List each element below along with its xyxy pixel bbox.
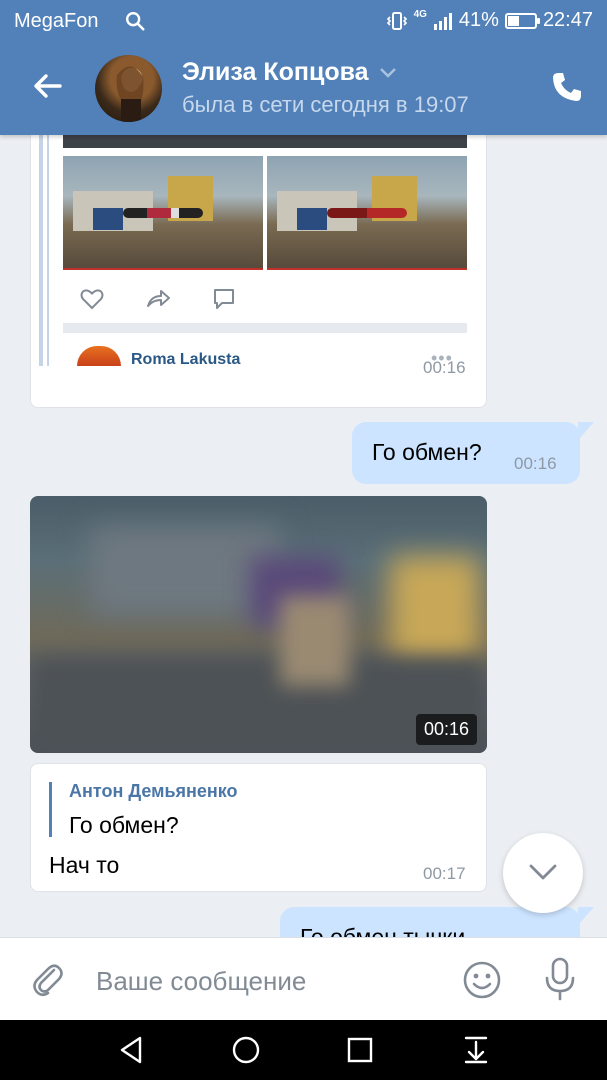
post-image-2[interactable] bbox=[267, 156, 467, 270]
avatar[interactable] bbox=[95, 55, 162, 122]
attach-icon[interactable] bbox=[30, 960, 66, 1000]
last-seen: была в сети сегодня в 19:07 bbox=[182, 92, 469, 117]
top-bar: MegaFon 4G 41% 22:47 Элиза Копцова была … bbox=[0, 0, 607, 135]
post-divider bbox=[63, 323, 467, 333]
nav-back-icon[interactable] bbox=[116, 1034, 148, 1066]
nav-recents-icon[interactable] bbox=[344, 1034, 376, 1066]
scroll-down-button[interactable] bbox=[503, 833, 583, 913]
video-message[interactable]: 00:16 bbox=[30, 496, 487, 753]
mic-icon[interactable] bbox=[540, 956, 580, 1002]
like-icon[interactable] bbox=[79, 286, 105, 312]
quoted-text[interactable]: Го обмен? bbox=[69, 812, 179, 839]
contact-name-text: Элиза Копцова bbox=[182, 58, 369, 86]
network-label: 4G bbox=[413, 9, 427, 20]
phone-icon[interactable] bbox=[550, 70, 584, 104]
carrier-label: MegaFon bbox=[14, 10, 99, 32]
message-time: 00:16 bbox=[423, 358, 466, 377]
post-quote-bar-secondary bbox=[47, 135, 49, 366]
post-image-strip bbox=[63, 135, 467, 148]
signal-icon bbox=[433, 12, 452, 30]
battery-icon bbox=[504, 12, 540, 29]
nav-home-icon[interactable] bbox=[230, 1034, 262, 1066]
reply-quote-bar bbox=[49, 782, 52, 837]
emoji-icon[interactable] bbox=[462, 960, 502, 1000]
video-duration: 00:16 bbox=[415, 714, 477, 745]
search-icon bbox=[126, 12, 145, 31]
message-time: 00:17 bbox=[423, 864, 466, 883]
chevron-down-icon bbox=[379, 67, 396, 78]
post-actions bbox=[79, 286, 237, 312]
share-icon[interactable] bbox=[145, 286, 171, 312]
message-text: Го обмен? bbox=[372, 439, 482, 465]
post-quote-bar bbox=[39, 135, 43, 366]
message-text: Го обмен тычки bbox=[300, 924, 466, 937]
message-text: Нач то bbox=[49, 852, 120, 878]
nav-notifications-icon[interactable] bbox=[460, 1034, 492, 1066]
message-time: 00:16 bbox=[514, 454, 557, 473]
status-bar: MegaFon 4G 41% 22:47 bbox=[0, 0, 607, 42]
back-arrow-icon[interactable] bbox=[30, 68, 66, 104]
composer bbox=[0, 937, 607, 1020]
clock: 22:47 bbox=[542, 9, 593, 31]
shared-post-message[interactable]: Roma Lakusta ••• 00:16 bbox=[30, 135, 487, 408]
vibrate-icon bbox=[386, 11, 407, 30]
battery-percent: 41% bbox=[458, 9, 499, 31]
post-image-1[interactable] bbox=[63, 156, 263, 270]
message-input[interactable] bbox=[96, 964, 436, 998]
post-author-name[interactable]: Roma Lakusta bbox=[131, 351, 240, 369]
comment-icon[interactable] bbox=[211, 286, 237, 312]
quoted-author[interactable]: Антон Демьяненко bbox=[69, 781, 238, 802]
scroll-down-icon bbox=[529, 864, 557, 880]
reply-message[interactable]: Антон Демьяненко Го обмен? Нач то 00:17 bbox=[30, 763, 487, 892]
post-author-avatar[interactable] bbox=[77, 346, 121, 366]
system-nav-bar bbox=[0, 1020, 607, 1080]
contact-name[interactable]: Элиза Копцова bbox=[182, 58, 397, 87]
chat-area[interactable]: Roma Lakusta ••• 00:16 Го обмен? 00:16 0… bbox=[0, 135, 607, 937]
status-right: 4G 41% 22:47 bbox=[386, 9, 593, 32]
outgoing-message[interactable]: Го обмен? 00:16 bbox=[352, 422, 594, 484]
